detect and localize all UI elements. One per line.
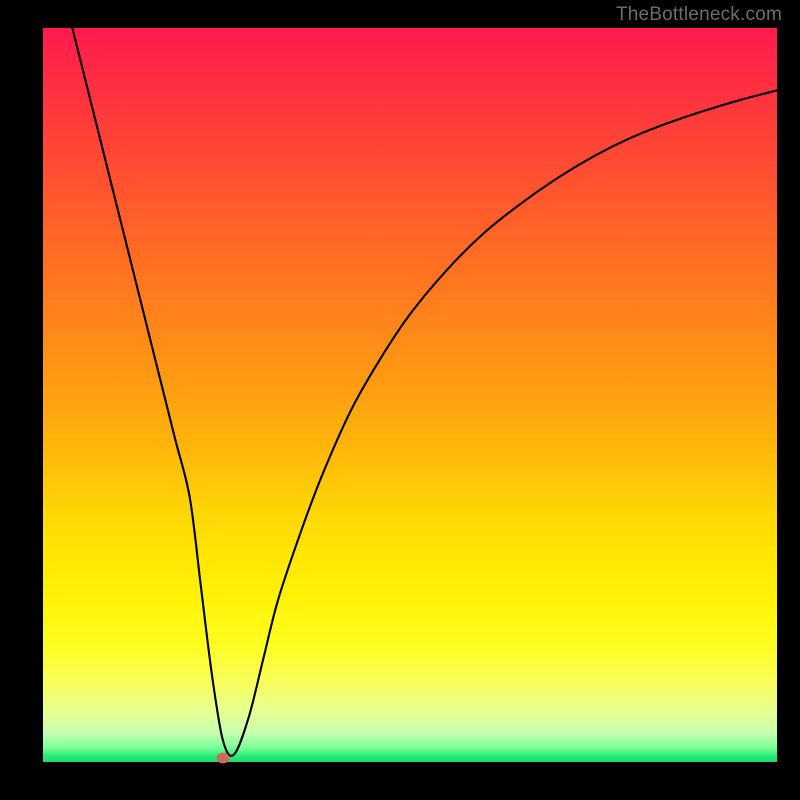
- minimum-marker: [216, 752, 229, 763]
- attribution-label: TheBottleneck.com: [616, 4, 782, 26]
- chart-frame: TheBottleneck.com: [0, 0, 800, 800]
- bottleneck-curve: [72, 28, 777, 756]
- plot-area: [43, 28, 777, 762]
- curve-layer: [43, 28, 777, 762]
